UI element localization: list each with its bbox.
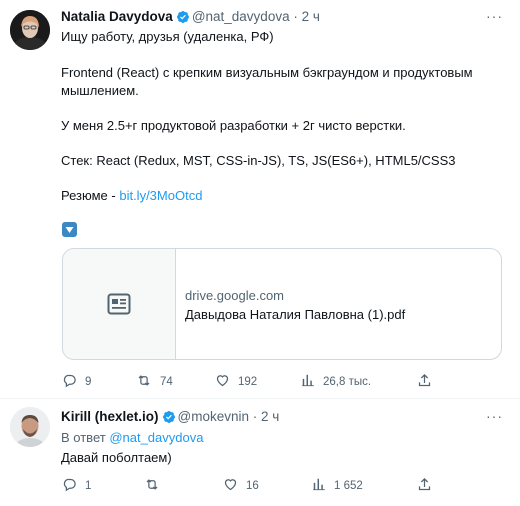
resume-line: Резюме - bit.ly/3MoOtcd [61, 187, 202, 204]
down-arrow-button-icon [62, 222, 77, 237]
like-button[interactable]: 192 [215, 373, 257, 391]
reply-button[interactable]: 9 [62, 373, 91, 391]
share-button[interactable] [417, 373, 440, 391]
retweet-icon [144, 477, 168, 495]
separator-dot: · [252, 409, 258, 424]
tweet-header: Kirill (hexlet.io) @mokevnin · 2 ч [61, 408, 279, 429]
more-options-icon[interactable]: ··· [486, 408, 503, 424]
action-bar: 9 74 192 26,8 тыс. [0, 373, 520, 389]
link-card[interactable]: drive.google.com Давыдова Наталия Павлов… [62, 248, 502, 360]
tweet-text: Давай поболтаем) [61, 450, 172, 465]
tweet-text-line: Стек: React (Redux, MST, CSS-in-JS), TS,… [61, 153, 456, 168]
reply-count: 9 [85, 376, 92, 388]
views-button[interactable]: 1 652 [312, 477, 363, 494]
author-name[interactable]: Kirill (hexlet.io) [61, 409, 159, 424]
views-count: 1 652 [334, 479, 363, 492]
like-button[interactable]: 16 [223, 477, 259, 495]
views-button[interactable]: 26,8 тыс. [301, 373, 371, 390]
retweet-icon [136, 373, 160, 391]
timestamp[interactable]: 2 ч [261, 409, 279, 424]
document-card-icon [107, 293, 131, 320]
card-thumbnail [63, 249, 176, 359]
verified-badge-icon [162, 410, 176, 429]
reply-count: 1 [85, 480, 92, 492]
reply-prefix: В ответ [61, 430, 110, 445]
tweet-text-line: У меня 2.5+г продуктовой разработки + 2г… [61, 118, 406, 133]
author-handle[interactable]: @nat_davydova [192, 9, 290, 24]
views-icon [312, 477, 334, 494]
verified-badge-icon [176, 10, 190, 29]
retweet-button[interactable]: 74 [136, 373, 173, 391]
action-bar: 1 16 1 652 [0, 477, 520, 493]
resume-label: Резюме - [61, 188, 120, 203]
like-count: 16 [246, 480, 259, 492]
avatar[interactable] [10, 10, 50, 50]
separator-dot: · [293, 9, 298, 24]
avatar[interactable] [10, 407, 50, 447]
views-count: 26,8 тыс. [323, 375, 372, 388]
reply-icon [62, 373, 85, 391]
share-icon [417, 477, 440, 495]
reply-button[interactable]: 1 [62, 477, 91, 495]
tweet-text-line: мышлением. [61, 83, 139, 98]
tweet-text-line: Ищу работу, друзья (удаленка, РФ) [61, 29, 274, 44]
resume-link[interactable]: bit.ly/3MoOtcd [119, 188, 202, 203]
card-title: Давыдова Наталия Павловна (1).pdf [185, 307, 406, 322]
author-name[interactable]: Natalia Davydova [61, 9, 173, 24]
share-button[interactable] [417, 477, 440, 495]
retweet-button[interactable] [144, 477, 168, 495]
reply-icon [62, 477, 85, 495]
reply-to-handle[interactable]: @nat_davydova [109, 430, 203, 445]
heart-icon [223, 477, 246, 495]
tweet-kirill[interactable]: Kirill (hexlet.io) @mokevnin · 2 ч ··· В … [0, 398, 520, 506]
share-icon [417, 373, 440, 391]
heart-icon [215, 373, 238, 391]
tweet-text-line: Frontend (React) с крепким визуальным бэ… [61, 65, 473, 80]
views-icon [301, 373, 323, 390]
timestamp[interactable]: 2 ч [302, 9, 320, 24]
reply-context: В ответ @nat_davydova [61, 429, 203, 446]
tweet-header: Natalia Davydova @nat_davydova · 2 ч [61, 8, 320, 29]
more-options-icon[interactable]: ··· [486, 8, 503, 24]
like-count: 192 [238, 376, 258, 388]
tweet-natalia[interactable]: Natalia Davydova @nat_davydova · 2 ч ··· … [0, 0, 520, 398]
author-handle[interactable]: @mokevnin [178, 409, 249, 424]
retweet-count: 74 [160, 376, 173, 388]
card-domain: drive.google.com [185, 288, 284, 303]
